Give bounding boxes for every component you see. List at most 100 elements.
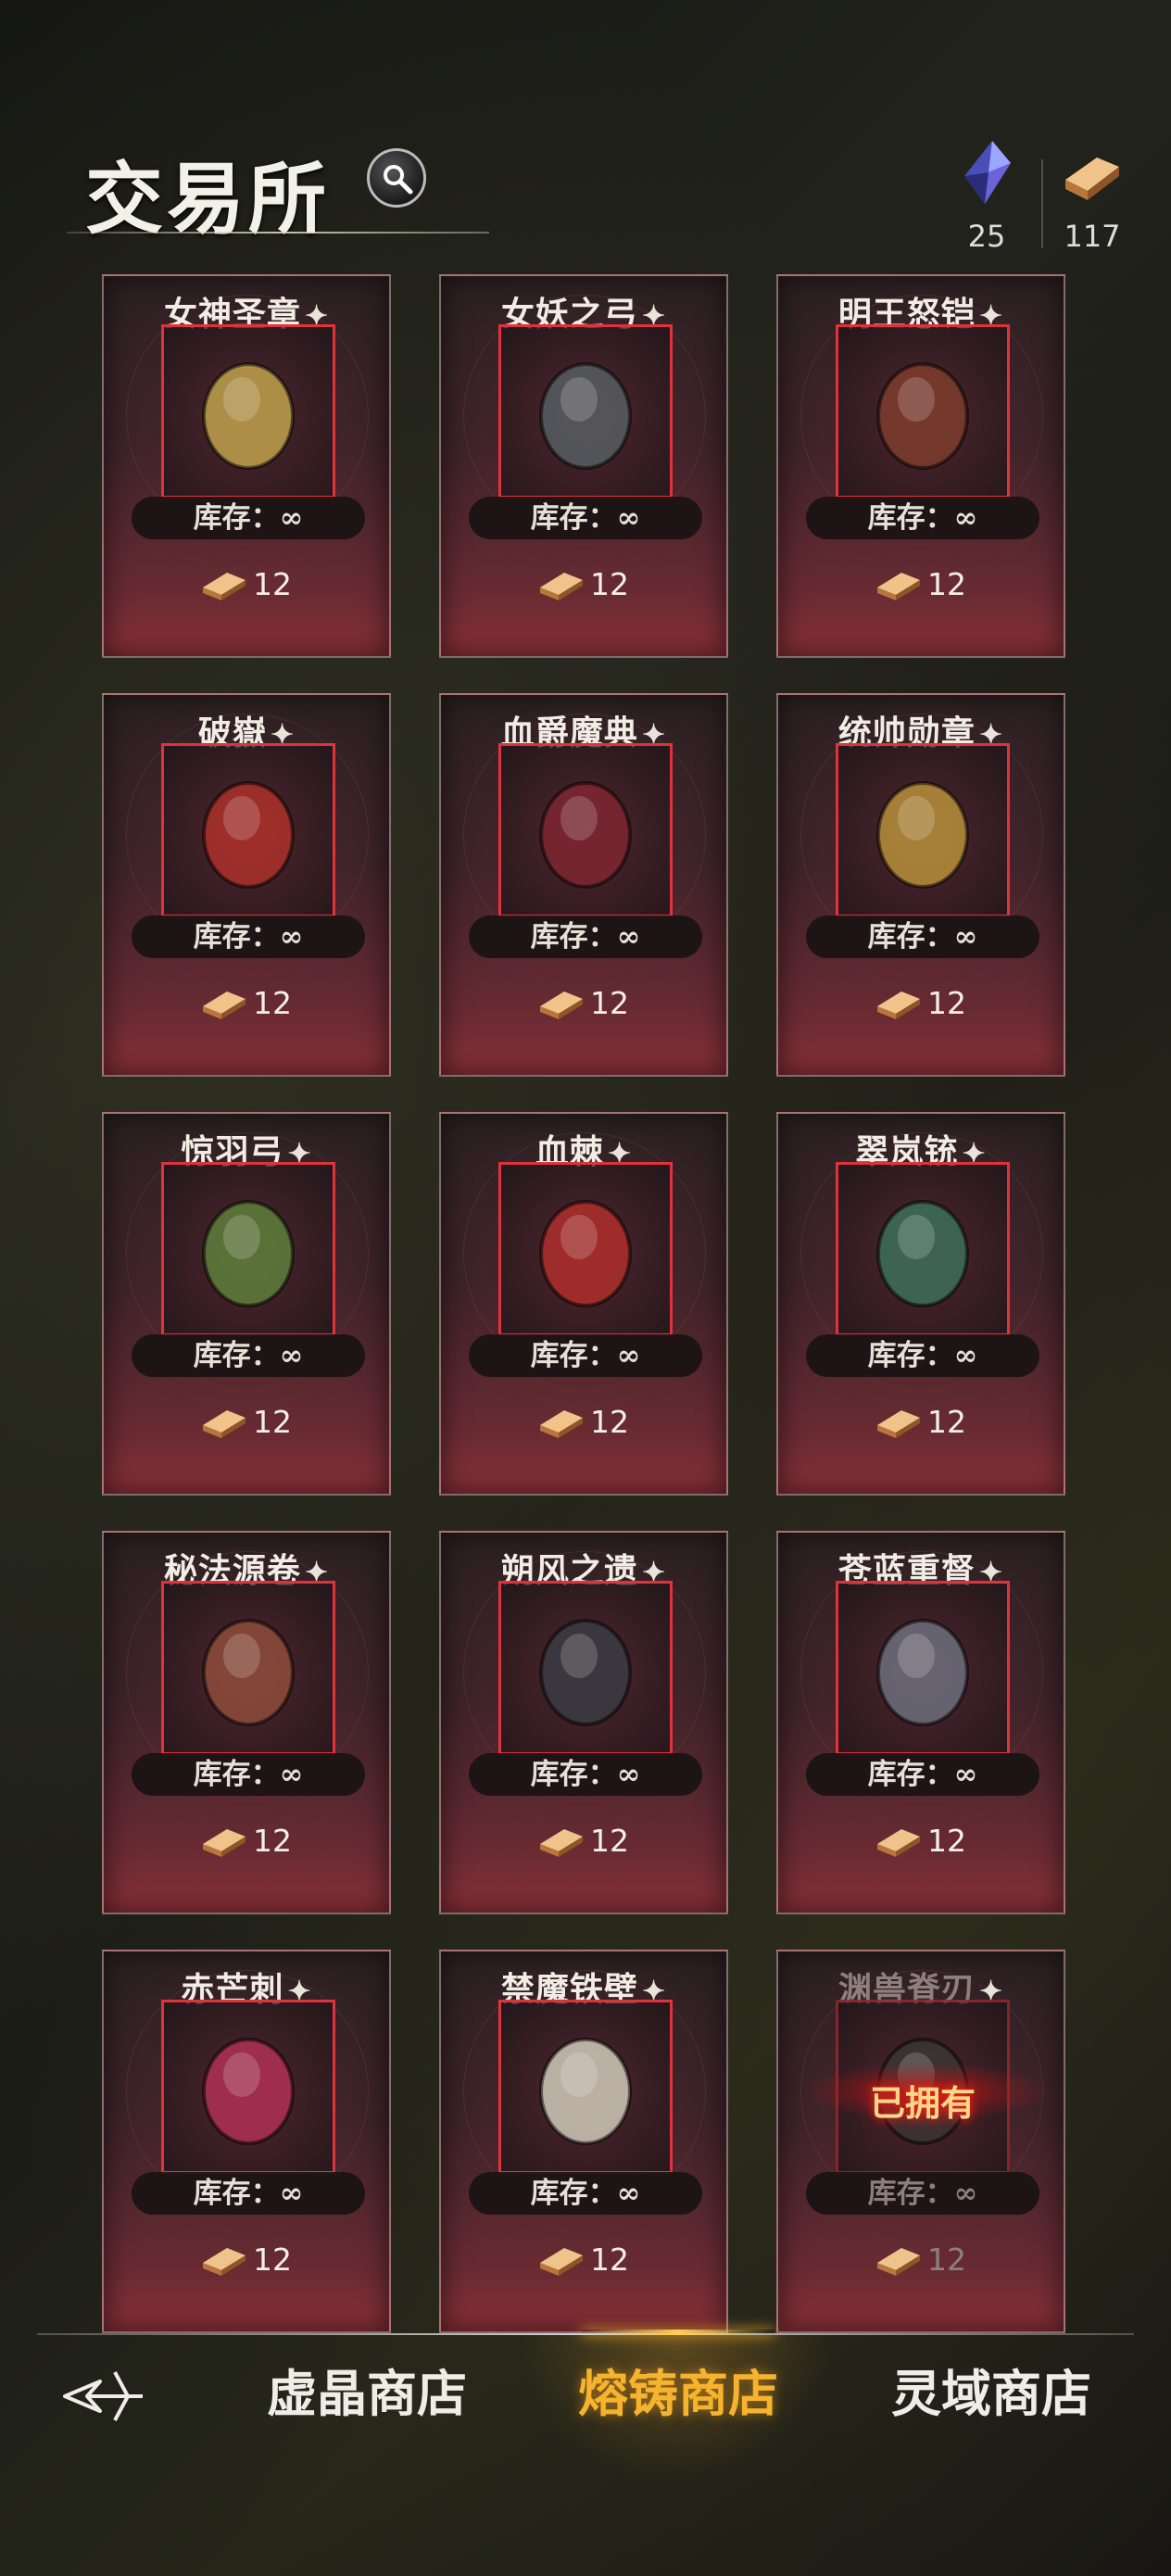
copper-ingot-icon [877,1829,920,1857]
shop-item-card[interactable]: 血爵魔典 ✦ 库存：∞ 12 [439,693,728,1077]
stock-label: 库存：∞ [132,1334,365,1377]
search-button[interactable] [367,148,426,208]
blood-book-icon [539,781,632,889]
tab-forge-shop[interactable]: 熔铸商店 [558,2361,799,2426]
copper-ingot-icon [1065,158,1119,200]
shop-item-card[interactable]: 破嶽 ✦ 库存：∞ 12 [102,693,391,1077]
owned-badge: 已拥有 [869,2082,976,2124]
item-image-frame [836,324,1010,499]
copper-ingot-icon [540,1829,583,1857]
item-price: 12 [778,1822,1064,1859]
shop-item-card[interactable]: 血棘 ✦ 库存：∞ 12 [439,1112,728,1496]
shop-item-card[interactable]: 女妖之弓 ✦ 库存：∞ 12 [439,274,728,658]
price-value: 12 [590,984,629,1021]
item-image-frame [161,1162,335,1336]
shop-item-card[interactable]: 朔风之遗 ✦ 库存：∞ 12 [439,1531,728,1914]
price-value: 12 [927,2241,966,2278]
price-value: 12 [927,984,966,1021]
currency-divider [1041,159,1043,248]
shop-item-card[interactable]: 苍蓝重督 ✦ 库存：∞ 12 [776,1531,1065,1914]
item-price: 12 [441,1822,726,1859]
back-button[interactable] [59,2361,152,2426]
item-image-frame [836,1162,1010,1336]
steel-armor-icon [876,1619,969,1726]
copper-ingot-icon [877,2248,920,2276]
copper-ingot-icon [540,991,583,1019]
tab-crystal-shop[interactable]: 虚晶商店 [246,2361,487,2426]
header: 交易所 25 117 [0,0,1171,259]
stock-label: 库存：∞ [806,2172,1039,2215]
demon-armor-icon [876,362,969,470]
price-value: 12 [253,565,292,602]
stock-label: 库存：∞ [469,915,702,958]
stock-label: 库存：∞ [806,915,1039,958]
shop-item-card[interactable]: 明王怒铠 ✦ 库存：∞ 12 [776,274,1065,658]
currency-ingot[interactable]: 117 [1051,139,1134,254]
stock-label: 库存：∞ [469,497,702,539]
copper-ingot-icon [540,573,583,600]
item-price: 12 [104,1822,389,1859]
ingot-count: 117 [1064,219,1121,254]
price-value: 12 [590,1403,629,1440]
shop-item-card[interactable]: 翠岚铳 ✦ 库存：∞ 12 [776,1112,1065,1496]
golden-tome-icon [202,362,295,470]
stock-label: 库存：∞ [469,2172,702,2215]
red-axe-icon [202,781,295,889]
back-arrow-icon [63,2371,143,2421]
shop-item-card[interactable]: 赤芒刺 ✦ 库存：∞ 12 [102,1950,391,2333]
stock-label: 库存：∞ [132,497,365,539]
price-value: 12 [927,1403,966,1440]
stock-label: 库存：∞ [806,1334,1039,1377]
price-value: 12 [590,565,629,602]
shop-item-card[interactable]: 秘法源卷 ✦ 库存：∞ 12 [102,1531,391,1914]
item-price: 12 [441,984,726,1021]
item-price: 12 [104,565,389,602]
dark-bow-icon [539,362,632,470]
stock-label: 库存：∞ [132,915,365,958]
copper-ingot-icon [540,1410,583,1438]
item-price: 12 [778,2241,1064,2278]
shop-item-card[interactable]: 女神圣章 ✦ 库存：∞ 12 [102,274,391,658]
item-image-frame [161,2000,335,2174]
search-icon [384,165,413,195]
shop-item-card[interactable]: 渊兽脊刃 ✦ 已拥有 库存：∞ 12 [776,1950,1065,2333]
item-price: 12 [104,2241,389,2278]
currency-crystal[interactable]: 25 [945,139,1028,254]
copper-ingot-icon [203,1829,246,1857]
item-price: 12 [778,565,1064,602]
item-image-frame: 已拥有 [801,2000,1051,2174]
item-image-frame [498,1581,673,1755]
price-value: 12 [927,1822,966,1859]
scroll-icon [202,1619,295,1726]
copper-ingot-icon [877,1410,920,1438]
copper-ingot-icon [203,2248,246,2276]
price-value: 12 [927,565,966,602]
crystal-count: 25 [967,219,1006,254]
green-pistol-icon [876,1200,969,1307]
price-value: 12 [253,984,292,1021]
feather-bow-icon [202,1200,295,1307]
title-divider [67,232,489,234]
price-value: 12 [253,1822,292,1859]
item-image-frame [498,324,673,499]
tab-realm-shop[interactable]: 灵域商店 [871,2361,1112,2426]
stock-label: 库存：∞ [806,1753,1039,1796]
active-tab-indicator [582,2330,774,2335]
item-image-frame [161,1581,335,1755]
shop-item-card[interactable]: 禁魔铁壁 ✦ 库存：∞ 12 [439,1950,728,2333]
stock-label: 库存：∞ [132,2172,365,2215]
stock-label: 库存：∞ [469,1753,702,1796]
item-image-frame [498,743,673,917]
item-price: 12 [104,984,389,1021]
stock-label: 库存：∞ [806,497,1039,539]
item-image-frame [498,1162,673,1336]
white-plate-armor-icon [539,2038,632,2145]
price-value: 12 [253,1403,292,1440]
copper-ingot-icon [203,1410,246,1438]
shop-item-card[interactable]: 统帅勋章 ✦ 库存：∞ 12 [776,693,1065,1077]
shop-item-card[interactable]: 惊羽弓 ✦ 库存：∞ 12 [102,1112,391,1496]
price-value: 12 [253,2241,292,2278]
item-price: 12 [441,565,726,602]
item-image-frame [161,743,335,917]
item-image-frame [836,1581,1010,1755]
